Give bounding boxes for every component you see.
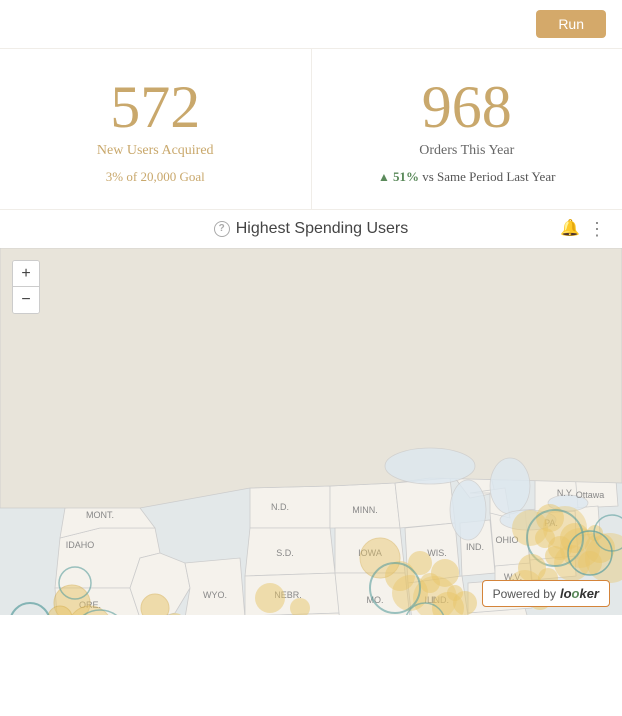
powered-by: Powered by looker	[482, 580, 610, 607]
map-section: ? Highest Spending Users 🔔 ⋮	[0, 210, 622, 615]
svg-text:IND.: IND.	[466, 542, 484, 552]
map-actions: 🔔 ⋮	[560, 220, 606, 238]
kpi-row: 572 New Users Acquired 3% of 20,000 Goal…	[0, 49, 622, 210]
info-icon[interactable]: ?	[214, 221, 230, 237]
map-svg: ORE. IDAHO MONT. N.D. S.D. NEBR. KANS. M…	[0, 248, 622, 615]
header: Run	[0, 0, 622, 49]
run-button[interactable]: Run	[536, 10, 606, 38]
svg-text:WYO.: WYO.	[203, 590, 227, 600]
map-header: ? Highest Spending Users 🔔 ⋮	[0, 210, 622, 248]
zoom-controls: + −	[12, 260, 40, 314]
more-button[interactable]: ⋮	[588, 220, 606, 238]
powered-by-text: Powered by	[493, 587, 556, 601]
kpi-sub-users: 3% of 20,000 Goal	[20, 169, 291, 185]
trend-arrow: ▲	[378, 170, 393, 184]
kpi-label-orders: Orders This Year	[332, 143, 603, 159]
svg-text:N.Y.: N.Y.	[557, 488, 573, 498]
zoom-in-button[interactable]: +	[13, 261, 39, 287]
kpi-card-users: 572 New Users Acquired 3% of 20,000 Goal	[0, 49, 312, 209]
svg-text:IDAHO: IDAHO	[66, 540, 95, 550]
kpi-number-users: 572	[20, 77, 291, 137]
svg-text:N.D.: N.D.	[271, 502, 289, 512]
map-title: Highest Spending Users	[236, 220, 409, 238]
svg-text:WIS.: WIS.	[427, 548, 447, 558]
svg-text:MONT.: MONT.	[86, 510, 114, 520]
svg-text:MINN.: MINN.	[352, 505, 378, 515]
svg-text:S.D.: S.D.	[276, 548, 294, 558]
kpi-label-users: New Users Acquired	[20, 143, 291, 159]
kpi-trend-orders: ▲ 51% vs Same Period Last Year	[332, 169, 603, 185]
zoom-out-button[interactable]: −	[13, 287, 39, 313]
trend-pct: 51%	[393, 169, 419, 184]
map-container: ORE. IDAHO MONT. N.D. S.D. NEBR. KANS. M…	[0, 248, 622, 615]
looker-logo: looker	[560, 586, 599, 601]
svg-text:Ottawa: Ottawa	[576, 490, 605, 500]
kpi-number-orders: 968	[332, 77, 603, 137]
alert-button[interactable]: 🔔	[560, 221, 580, 237]
kpi-card-orders: 968 Orders This Year ▲ 51% vs Same Perio…	[312, 49, 622, 209]
trend-text: vs Same Period Last Year	[422, 169, 555, 184]
